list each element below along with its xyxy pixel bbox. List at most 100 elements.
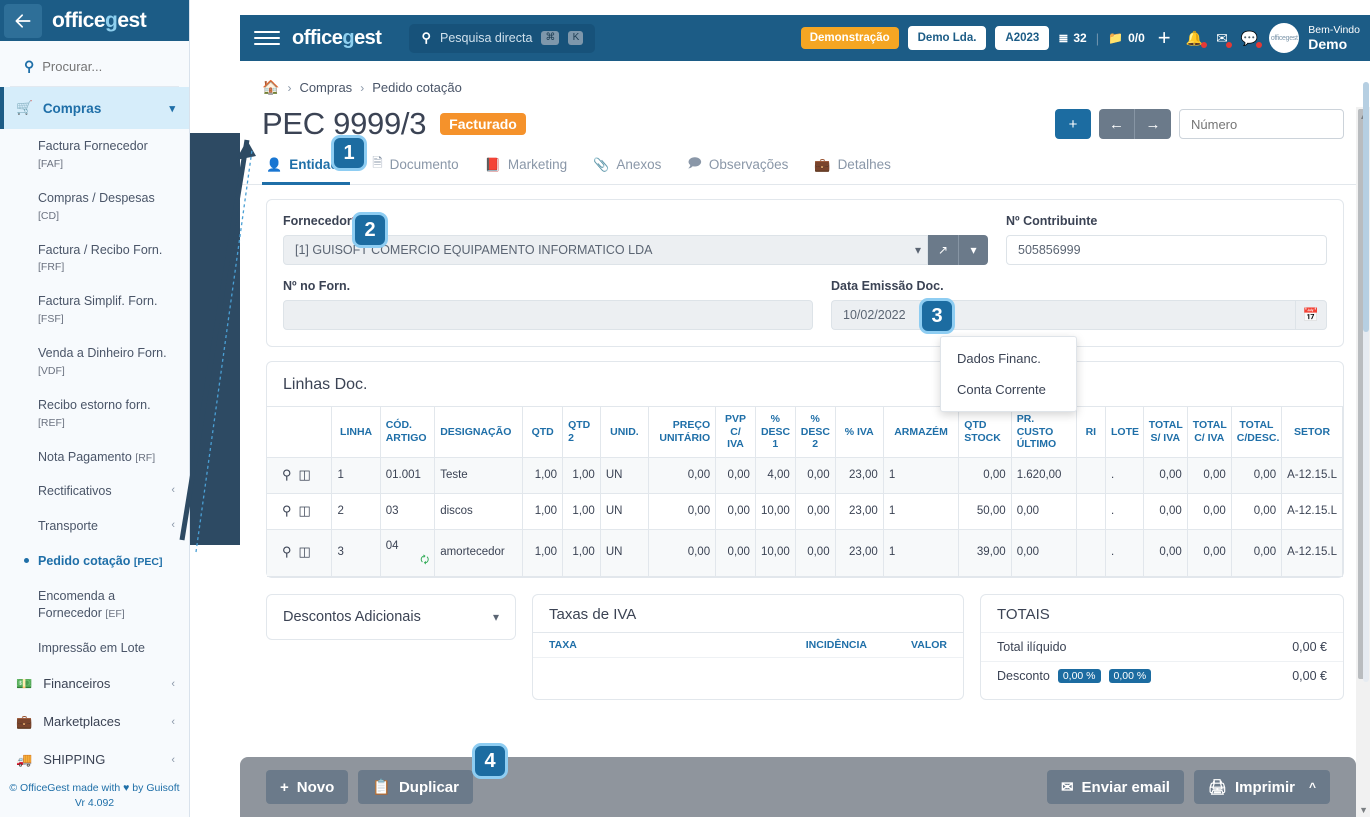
sidebar-item-pedido-cotacao[interactable]: Pedido cotação [PEC] <box>0 544 189 579</box>
sidebar-item-cd[interactable]: Compras / Despesas [CD] <box>0 181 189 233</box>
table-row[interactable]: ⚲ ◫ 2 03 discos 1,00 1,00 UN 0,00 0,00 10… <box>267 492 1343 530</box>
calendar-button[interactable]: 📅 <box>1295 300 1327 330</box>
totais-panel: TOTAIS Total ilíquido 0,00 € Desconto 0,… <box>980 593 1344 700</box>
sidebar-footer: © OfficeGest made with ♥ by Guisoft Vr 4… <box>0 779 189 817</box>
mail-icon: ✉ <box>1060 779 1074 796</box>
cell-qtdstock: 0,00 <box>958 456 1012 494</box>
enviar-email-button[interactable]: ✉ Enviar email <box>1046 770 1184 804</box>
cell-armazem: 1 <box>883 528 960 577</box>
folders-counter[interactable]: 📁 0/0 <box>1108 31 1145 45</box>
tab-detalhes[interactable]: 💼 Detalhes <box>814 157 890 184</box>
cell-tciva: 0,00 <box>1187 528 1232 577</box>
sidebar-item-shipping[interactable]: 🚚 SHIPPING ‹ <box>0 741 189 779</box>
home-icon[interactable]: 🏠 <box>262 79 279 96</box>
search-icon[interactable]: ⚲ <box>282 467 292 484</box>
sidebar-item-rf[interactable]: Nota Pagamento [RF] <box>0 440 189 475</box>
cell-desc1: 10,00 <box>755 492 796 530</box>
back-button[interactable] <box>4 3 42 38</box>
sidebar-search-input[interactable] <box>42 59 163 74</box>
duplicar-button[interactable]: 📋 Duplicar <box>358 770 473 804</box>
sidebar-item-transporte[interactable]: Transporte ‹ <box>0 509 189 544</box>
avatar[interactable]: officegest <box>1269 23 1300 53</box>
contribuinte-input[interactable]: 505856999 <box>1006 235 1327 265</box>
sidebar-item-marketplaces[interactable]: 💼 Marketplaces ‹ <box>0 703 189 741</box>
th-pr-custo-ultimo: PR. CUSTO ÚLTIMO <box>1011 406 1077 458</box>
cell-pvp: 0,00 <box>715 528 756 577</box>
breadcrumb-compras[interactable]: Compras <box>299 80 352 95</box>
add-document-button[interactable]: + <box>1055 109 1091 139</box>
kbd-cmd: ⌘ <box>541 31 560 45</box>
cell-tsiva: 0,00 <box>1143 528 1188 577</box>
descontos-adicionais-panel[interactable]: Descontos Adicionais ▾ <box>266 593 516 640</box>
table-row[interactable]: ⚲ ◫ 1 01.001 Teste 1,00 1,00 UN 0,00 0,00… <box>267 456 1343 494</box>
cell-pvp: 0,00 <box>715 492 756 530</box>
cell-linha: 1 <box>331 456 381 494</box>
data-emissao-input[interactable]: 10/02/2022 <box>831 300 1295 330</box>
cell-iva: 23,00 <box>835 492 884 530</box>
user-menu[interactable]: Bem-Vindo Demo <box>1308 24 1360 52</box>
box-icon[interactable]: ◫ <box>299 467 311 484</box>
year-selector[interactable]: A2023 <box>995 26 1050 50</box>
global-search[interactable]: ⚲ Pesquisa directa ⌘ K <box>409 23 596 53</box>
scroll-down-arrow-icon[interactable]: ▼ <box>1359 805 1368 815</box>
table-row[interactable]: ⚲ ◫ 3 04 🗘 amortecedor 1,00 1,00 UN 0,00 … <box>267 528 1343 577</box>
fornecedor-field: Fornecedor* [1] GUISOFT COMERCIO EQUIPAM… <box>283 200 988 265</box>
cell-armazem: 1 <box>883 456 960 494</box>
sidebar-item-vdf[interactable]: Venda a Dinheiro Forn. [VDF] <box>0 336 189 388</box>
box-icon[interactable]: ◫ <box>299 544 311 561</box>
tab-documento[interactable]: 🗎 Documento <box>372 154 459 187</box>
sidebar-item-impressao-lote[interactable]: Impressão em Lote <box>0 631 189 665</box>
next-record-button[interactable]: → <box>1135 109 1171 139</box>
swap-icon[interactable]: 🗘 <box>386 554 429 567</box>
breadcrumb-sep: › <box>287 80 292 95</box>
box-icon[interactable]: ◫ <box>299 503 311 520</box>
novo-button[interactable]: + Novo <box>266 770 349 804</box>
cell-cod: 04 🗘 <box>380 528 436 577</box>
menu-item-conta-corrente[interactable]: Conta Corrente <box>941 374 1076 405</box>
sidebar-item-financeiros[interactable]: 💵 Financeiros ‹ <box>0 665 189 703</box>
sidebar-item-frf[interactable]: Factura / Recibo Forn. [FRF] <box>0 233 189 285</box>
action-bar-right: ✉ Enviar email 🖨 Imprimir ^ <box>1046 770 1330 804</box>
top-bar-right: Demonstração Demo Lda. A2023 ≣ 32 | 📁 0/… <box>800 23 1360 53</box>
cell-tcdesc: 0,00 <box>1231 456 1283 494</box>
tasks-icon: ≣ <box>1058 31 1069 45</box>
tasks-counter[interactable]: ≣ 32 <box>1058 31 1086 45</box>
fornecedor-dropdown-button[interactable]: ▾ <box>958 235 988 265</box>
sidebar-group-compras[interactable]: 🛒 Compras ▾ <box>0 87 189 129</box>
row-icons: ⚲ ◫ <box>267 492 333 530</box>
menu-item-dados-financ[interactable]: Dados Financ. <box>941 343 1076 374</box>
hamburger-icon[interactable] <box>254 31 280 45</box>
sidebar-item-faf[interactable]: Factura Fornecedor [FAF] <box>0 129 189 181</box>
sidebar-item-ef[interactable]: Encomenda a Fornecedor [EF] <box>0 579 189 631</box>
cell-preco: 0,00 <box>648 492 717 530</box>
numero-input[interactable] <box>1179 109 1344 139</box>
bell-icon[interactable]: 🔔 <box>1184 30 1208 48</box>
data-emissao-field: Data Emissão Doc. 10/02/2022 📅 <box>813 265 1327 330</box>
mail-icon[interactable]: ✉ <box>1214 30 1232 48</box>
demo-badge[interactable]: Demonstração <box>800 27 899 49</box>
fornecedor-open-button[interactable]: ↗ <box>928 235 958 265</box>
tab-anexos[interactable]: 📎 Anexos <box>593 157 661 184</box>
sidebar-item-fsf[interactable]: Factura Simplif. Forn. [FSF] <box>0 284 189 336</box>
tab-observacoes[interactable]: 🗩 Observações <box>687 154 788 187</box>
search-icon[interactable]: ⚲ <box>282 544 292 561</box>
nforn-input[interactable] <box>283 300 813 330</box>
sidebar-version: Vr 4.092 <box>74 796 115 809</box>
sidebar-scrollbar-thumb[interactable] <box>1363 82 1369 332</box>
top-navigation-bar: officegest ⚲ Pesquisa directa ⌘ K Demons… <box>240 15 1370 61</box>
cell-iva: 23,00 <box>835 528 884 577</box>
imprimir-button[interactable]: 🖨 Imprimir ^ <box>1193 770 1330 804</box>
sidebar-item-rectificativos[interactable]: Rectificativos ‹ <box>0 474 189 509</box>
company-selector[interactable]: Demo Lda. <box>907 26 987 50</box>
tab-marketing[interactable]: 📕 Marketing <box>485 157 567 184</box>
prev-record-button[interactable]: ← <box>1099 109 1135 139</box>
sidebar-search[interactable]: ⚲ <box>10 47 179 87</box>
cart-icon: 🛒 <box>16 100 33 115</box>
nforn-label: Nº no Forn. <box>283 279 351 293</box>
breadcrumb-pedido-cotacao[interactable]: Pedido cotação <box>372 80 462 95</box>
chat-icon[interactable]: 💬 <box>1239 30 1263 48</box>
sidebar-item-ref[interactable]: Recibo estorno forn. [REF] <box>0 388 189 440</box>
truck-icon: 🚚 <box>16 751 33 767</box>
search-icon[interactable]: ⚲ <box>282 503 292 520</box>
quick-add-button[interactable]: + <box>1154 25 1175 51</box>
